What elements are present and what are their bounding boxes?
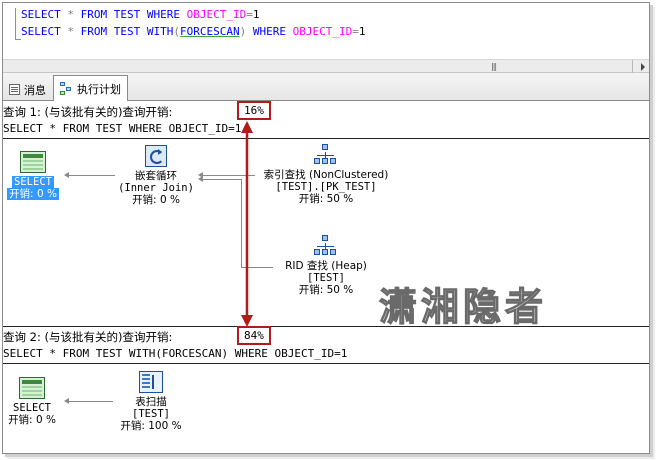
- q1-arrow-select: [64, 172, 69, 178]
- select-operator-icon: [20, 151, 46, 173]
- query-2-cost: 84%: [244, 329, 264, 342]
- code-line-1[interactable]: SELECT * FROM TEST WHERE OBJECT_ID=1: [21, 8, 259, 22]
- q1-rid-cost: 开销: 50 %: [298, 284, 354, 296]
- q1-loop-join-type: (Inner Join): [118, 182, 194, 194]
- query-1-sql: SELECT * FROM TEST WHERE OBJECT_ID=1: [3, 122, 242, 135]
- kw-select: SELECT: [21, 25, 61, 38]
- q1-connector-seek-loop: [201, 175, 255, 176]
- literal-value: 1: [252, 8, 260, 21]
- q1-nested-loop-node[interactable]: 嵌套循环 (Inner Join) 开销: 0 %: [115, 145, 197, 206]
- q1-seek-cost: 开销: 50 %: [298, 193, 354, 205]
- execution-plan-icon: [60, 81, 73, 96]
- ssms-window: SELECT * FROM TEST WHERE OBJECT_ID=1 SEL…: [2, 2, 650, 454]
- q2-connector-scan-select: [67, 401, 113, 402]
- kw-from: FROM: [80, 8, 108, 21]
- query-2-header: 查询 2: (与该批有关的)查询开销:: [3, 330, 173, 344]
- q2-scan-cost: 开销: 100 %: [120, 420, 182, 432]
- q1-seek-label: 索引查找 (NonClustered): [263, 169, 389, 181]
- q2-select-label: SELECT: [13, 402, 51, 414]
- change-marker: [15, 8, 16, 40]
- q1-connector-rid-loop-c: [241, 267, 273, 268]
- op-eq: =: [246, 8, 253, 21]
- q1-seek-object: [TEST].[PK_TEST]: [275, 181, 377, 193]
- query-1-cost-highlight: 16%: [237, 101, 271, 120]
- rid-lookup-icon: [314, 235, 338, 257]
- q1-rid-lookup-node[interactable]: RID 查找 (Heap) [TEST] 开销: 50 %: [271, 235, 381, 296]
- query-1-cost: 16%: [244, 104, 264, 117]
- scroll-right-arrow-icon[interactable]: [641, 63, 645, 71]
- scroll-splitter[interactable]: [632, 60, 633, 73]
- scroll-thumb-grip[interactable]: |||: [491, 62, 497, 71]
- kw-with: WITH: [146, 25, 174, 38]
- tab-messages-label: 消息: [24, 83, 46, 97]
- column-name: OBJECT_ID: [292, 25, 353, 38]
- q1-connector-rid-loop-b: [241, 179, 242, 267]
- op-star: *: [67, 25, 74, 38]
- op-rparen: ): [239, 25, 247, 38]
- q1-index-seek-node[interactable]: 索引查找 (NonClustered) [TEST].[PK_TEST] 开销:…: [251, 144, 401, 205]
- op-star: *: [67, 8, 74, 21]
- tab-execution-plan[interactable]: 执行计划: [53, 75, 128, 102]
- q1-rid-object: [TEST]: [307, 272, 345, 284]
- index-seek-icon: [314, 144, 338, 166]
- code-line-2[interactable]: SELECT * FROM TEST WITH(FORCESCAN) WHERE…: [21, 25, 365, 39]
- table-name: TEST: [113, 25, 141, 38]
- q2-select-cost: 开销: 0 %: [8, 414, 56, 426]
- editor-horizontal-scrollbar[interactable]: |||: [3, 59, 649, 73]
- literal-value: 1: [358, 25, 366, 38]
- message-icon: [9, 84, 20, 95]
- results-tab-bar: 消息 执行计划: [3, 73, 649, 102]
- table-name: TEST: [113, 8, 141, 21]
- q2-select-node[interactable]: SELECT 开销: 0 %: [3, 377, 61, 426]
- tab-execution-plan-label: 执行计划: [77, 82, 121, 96]
- query-2-top-divider: [3, 326, 649, 327]
- hint-forcescan: FORCESCAN: [180, 25, 240, 38]
- kw-where: WHERE: [252, 25, 286, 38]
- q1-select-cost: 开销: 0 %: [7, 188, 59, 200]
- sql-editor[interactable]: SELECT * FROM TEST WHERE OBJECT_ID=1 SEL…: [3, 3, 649, 60]
- q1-arrow-loop-bottom: [198, 176, 203, 182]
- q2-table-scan-node[interactable]: 表扫描 [TEST] 开销: 100 %: [111, 371, 191, 432]
- q1-loop-cost: 开销: 0 %: [132, 194, 180, 206]
- query-1-header: 查询 1: (与该批有关的)查询开销:: [3, 105, 173, 119]
- query-1-divider: [3, 138, 649, 139]
- nested-loops-icon: [145, 145, 167, 167]
- watermark-text: 潇湘隐者: [378, 283, 548, 329]
- q1-rid-label: RID 查找 (Heap): [285, 260, 367, 272]
- query-2-cost-highlight: 84%: [237, 326, 271, 345]
- q2-scan-label: 表扫描: [135, 396, 167, 408]
- q1-loop-label: 嵌套循环: [135, 170, 177, 182]
- q1-select-label: SELECT: [12, 176, 54, 188]
- change-marker-end: [15, 39, 21, 40]
- op-eq: =: [352, 25, 359, 38]
- execution-plan-pane[interactable]: 查询 1: (与该批有关的)查询开销: 16% SELECT * FROM TE…: [3, 101, 649, 453]
- select-operator-icon: [19, 377, 45, 399]
- column-name: OBJECT_ID: [186, 8, 247, 21]
- q2-arrow-select: [64, 398, 69, 404]
- q1-select-node[interactable]: SELECT 开销: 0 %: [3, 151, 63, 200]
- kw-where: WHERE: [146, 8, 180, 21]
- q1-connector-rid-loop-a: [201, 179, 241, 180]
- kw-from: FROM: [80, 25, 108, 38]
- query-2-sql: SELECT * FROM TEST WITH(FORCESCAN) WHERE…: [3, 347, 348, 360]
- op-lparen: (: [173, 25, 180, 38]
- kw-select: SELECT: [21, 8, 61, 21]
- tab-messages[interactable]: 消息: [3, 78, 52, 101]
- q2-scan-object: [TEST]: [132, 408, 170, 420]
- query-2-divider: [3, 363, 649, 364]
- q1-connector-loop-select: [67, 175, 115, 176]
- table-scan-icon: [139, 371, 163, 393]
